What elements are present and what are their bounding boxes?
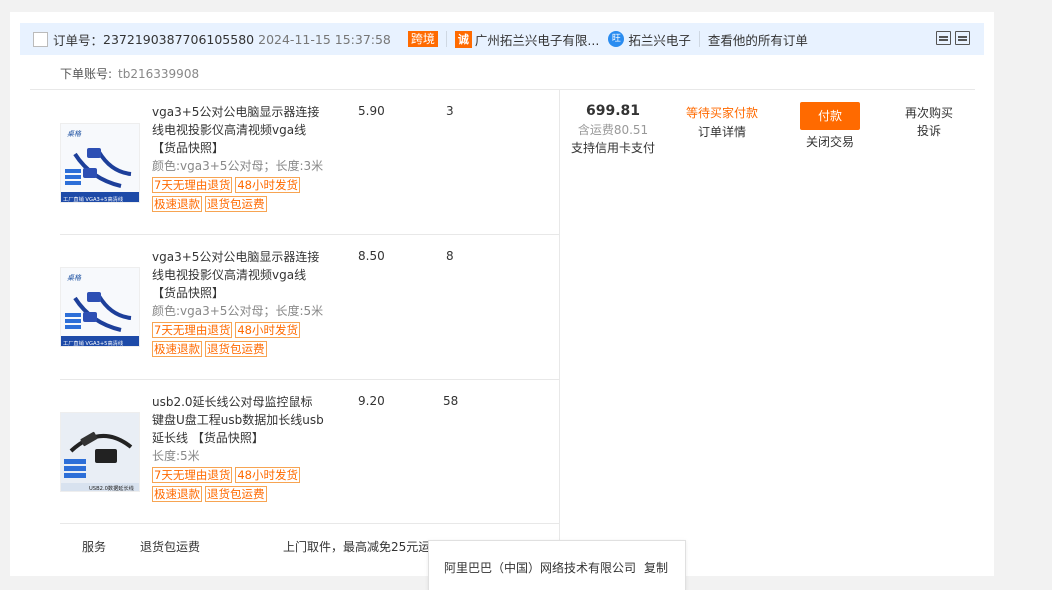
note-icon[interactable] xyxy=(936,31,951,45)
header-tools xyxy=(936,31,970,45)
divider xyxy=(30,89,975,90)
quantity: 8 xyxy=(446,249,454,263)
image-caption: 工厂直销 VGA3+5高清线 xyxy=(63,339,123,347)
wangwang-chat-icon[interactable]: 旺 xyxy=(608,31,624,47)
cross-border-badge: 跨境 xyxy=(408,31,438,47)
order-no-label: 订单号： xyxy=(53,30,103,49)
product-info: vga3+5公对公电脑显示器连接线电视投影仪高清视频vga线 【货品快照】 颜色… xyxy=(152,248,324,358)
product-title-link[interactable]: vga3+5公对公电脑显示器连接线电视投影仪高清视频vga线 xyxy=(152,250,319,282)
product-info: vga3+5公对公电脑显示器连接线电视投影仪高清视频vga线 【货品快照】 颜色… xyxy=(152,103,324,213)
divider xyxy=(60,234,559,235)
divider xyxy=(60,523,559,524)
product-image[interactable]: 桌格 工厂直销 VGA3+5高清线 xyxy=(60,123,140,203)
order-header: 订单号： 2372190387706105580 2024-11-15 15:3… xyxy=(20,23,984,55)
snapshot-link[interactable]: 【货品快照】 xyxy=(152,141,224,155)
product-info: usb2.0延长线公对母监控鼠标键盘U盘工程usb数据加长线usb延长线 【货品… xyxy=(152,393,324,503)
image-caption: 工厂直销 VGA3+5高清线 xyxy=(63,195,123,203)
status-text: 等待买家付款 xyxy=(676,104,768,121)
snapshot-link[interactable]: 【货品快照】 xyxy=(192,431,264,445)
company-tooltip: 阿里巴巴（中国）网络技术有限公司复制 xyxy=(428,540,686,590)
tag: 退货包运费 xyxy=(205,486,267,502)
divider xyxy=(603,31,604,47)
image-caption: USB2.0数据延长线 xyxy=(89,484,134,492)
snapshot-link[interactable]: 【货品快照】 xyxy=(152,286,224,300)
shipping-fee: 含运费80.51 xyxy=(560,121,666,138)
pickup-service-text: 上门取件，最高减免25元运 xyxy=(283,538,433,555)
tag: 极速退款 xyxy=(152,341,202,357)
tag: 退货包运费 xyxy=(205,341,267,357)
return-shipping-service: 退货包运费 xyxy=(140,538,200,555)
divider xyxy=(446,31,447,47)
order-checkbox[interactable] xyxy=(33,32,48,47)
shop-cert-icon: 诚 xyxy=(455,31,472,48)
image-brand-text: 桌格 xyxy=(67,274,82,282)
order-account: 下单账号: tb216339908 xyxy=(60,65,199,82)
order-time: 2024-11-15 15:37:58 xyxy=(258,32,391,47)
tag: 极速退款 xyxy=(152,196,202,212)
product-image[interactable]: 桌格 工厂直销 VGA3+5高清线 xyxy=(60,267,140,347)
flag-icon[interactable] xyxy=(955,31,970,45)
copy-link[interactable]: 复制 xyxy=(644,561,668,575)
order-detail-link[interactable]: 订单详情 xyxy=(676,123,768,140)
credit-card-note: 支持信用卡支付 xyxy=(560,139,666,156)
tag: 7天无理由退货 xyxy=(152,467,232,483)
unit-price: 8.50 xyxy=(358,249,385,263)
unit-price: 9.20 xyxy=(358,394,385,408)
divider xyxy=(60,379,559,380)
product-image[interactable]: USB2.0数据延长线 xyxy=(60,412,140,492)
tag: 7天无理由退货 xyxy=(152,322,232,338)
order-operations: 付款 关闭交易 xyxy=(800,102,860,150)
rebuy-link[interactable]: 再次购买 xyxy=(896,104,962,122)
wangwang-name-link[interactable]: 拓兰兴电子 xyxy=(628,30,691,49)
shop-name-link[interactable]: 广州拓兰兴电子有限... xyxy=(475,30,599,49)
quantity: 3 xyxy=(446,104,454,118)
more-operations: 再次购买 投诉 xyxy=(896,104,962,140)
account-value: tb216339908 xyxy=(118,67,199,81)
tag: 7天无理由退货 xyxy=(152,177,232,193)
complaint-link[interactable]: 投诉 xyxy=(896,122,962,140)
pay-button[interactable]: 付款 xyxy=(800,102,860,130)
divider xyxy=(559,90,560,576)
tag: 48小时发货 xyxy=(235,467,300,483)
view-all-orders-link[interactable]: 查看他的所有订单 xyxy=(708,30,808,49)
tag: 48小时发货 xyxy=(235,322,300,338)
product-attr: 颜色:vga3+5公对母；长度:5米 xyxy=(152,304,323,318)
product-title-link[interactable]: vga3+5公对公电脑显示器连接线电视投影仪高清视频vga线 xyxy=(152,105,319,137)
close-trade-link[interactable]: 关闭交易 xyxy=(800,133,860,150)
order-no: 2372190387706105580 xyxy=(103,32,254,47)
order-total: 699.81 含运费80.51 支持信用卡支付 xyxy=(560,90,666,156)
unit-price: 5.90 xyxy=(358,104,385,118)
divider xyxy=(699,31,700,47)
total-amount: 699.81 xyxy=(560,103,666,119)
product-attr: 长度:5米 xyxy=(152,449,200,463)
tag: 极速退款 xyxy=(152,486,202,502)
image-brand-text: 桌格 xyxy=(67,130,82,138)
order-status: 等待买家付款 订单详情 xyxy=(676,104,768,140)
quantity: 58 xyxy=(443,394,458,408)
service-label: 服务 xyxy=(82,538,106,555)
account-label: 下单账号: xyxy=(60,67,112,81)
company-name: 阿里巴巴（中国）网络技术有限公司 xyxy=(444,561,636,575)
tag: 退货包运费 xyxy=(205,196,267,212)
tag: 48小时发货 xyxy=(235,177,300,193)
product-attr: 颜色:vga3+5公对母；长度:3米 xyxy=(152,159,323,173)
